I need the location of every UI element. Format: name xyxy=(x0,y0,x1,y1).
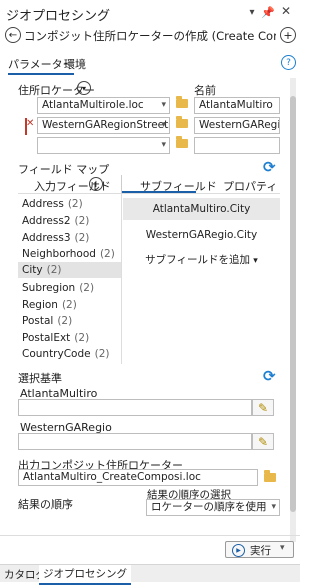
chevron-down-icon: ▾ xyxy=(161,140,166,150)
order-label: 結果の順序 xyxy=(18,498,73,511)
field-count: (2) xyxy=(79,282,95,294)
tool-title: コンポジット住所ロケーターの作成 (Create Compo... xyxy=(24,29,276,43)
locator-value-2: WesternGARegionStreets.lc xyxy=(42,119,169,131)
sql-wand-icon[interactable]: ✎ xyxy=(252,399,274,416)
name-field-1[interactable]: AtlantaMultiro xyxy=(194,97,280,114)
field-item-address2[interactable]: Address2 (2) xyxy=(18,213,121,229)
name-field-2[interactable]: WesternGARegio xyxy=(194,117,280,134)
field-count: (2) xyxy=(74,215,90,227)
field-name: Subregion xyxy=(22,282,76,294)
folder-icon[interactable] xyxy=(176,96,188,108)
expand-icon[interactable]: ▾ xyxy=(77,81,91,95)
field-count: (2) xyxy=(61,299,77,311)
field-name: City xyxy=(22,264,43,276)
pane-titlebar: ジオプロセシング ▾ 📌 ✕ xyxy=(0,0,300,24)
refresh-icon[interactable]: ⟳ xyxy=(263,367,276,385)
field-name: Postal xyxy=(22,315,54,327)
criteria-input-1[interactable] xyxy=(18,399,252,416)
pane-title: ジオプロセシング xyxy=(6,9,111,24)
folder-icon[interactable] xyxy=(264,470,276,482)
field-item-countrycode[interactable]: CountryCode (2) xyxy=(18,346,121,362)
output-field[interactable]: AtlantaMultiro_CreateComposi.loc xyxy=(18,469,258,486)
field-item-neighborhood[interactable]: Neighborhood (2) xyxy=(18,246,121,262)
folder-icon[interactable] xyxy=(176,136,188,148)
locator-value-1: AtlantaMultirole.loc xyxy=(42,99,144,111)
field-count: (2) xyxy=(99,248,115,260)
chevron-down-icon: ▾ xyxy=(271,502,276,512)
field-item-address3[interactable]: Address3 (2) xyxy=(18,230,121,246)
bottom-tabs: カタログ ジオプロセシング xyxy=(0,564,300,585)
name-header: 名前 xyxy=(194,84,216,97)
locator-select-3[interactable]: ▾ xyxy=(37,137,170,154)
run-label: 実行 xyxy=(250,545,271,557)
field-item-postal[interactable]: Postal (2) xyxy=(18,313,121,329)
tabs: パラメーター 環境 ? xyxy=(0,52,300,75)
add-icon[interactable]: + xyxy=(280,27,296,43)
chevron-down-icon[interactable]: ▾ xyxy=(280,543,285,553)
scrollbar-thumb[interactable] xyxy=(290,96,296,512)
folder-icon[interactable] xyxy=(176,116,188,128)
field-name: CountryCode xyxy=(22,348,91,360)
field-name: Region xyxy=(22,299,58,311)
tab-geoprocessing[interactable]: ジオプロセシング xyxy=(39,565,131,585)
add-subfield-link[interactable]: サブフィールドを追加 ▾ xyxy=(123,252,280,268)
run-button[interactable]: ▶ 実行 ▾ xyxy=(225,541,294,558)
field-item-postalext[interactable]: PostalExt (2) xyxy=(18,330,121,346)
help-icon[interactable]: ? xyxy=(281,55,296,70)
field-name: Neighborhood xyxy=(22,248,96,260)
selection-label: 選択基準 xyxy=(18,372,62,385)
field-item-address[interactable]: Address (2) xyxy=(18,196,121,212)
field-count: (2) xyxy=(46,264,62,276)
subfield-tab-underline xyxy=(122,175,196,193)
footer-divider xyxy=(0,535,300,536)
field-count: (2) xyxy=(74,332,90,344)
chevron-down-icon: ▾ xyxy=(253,256,258,266)
tool-header: ← コンポジット住所ロケーターの作成 (Create Compo... + xyxy=(0,24,300,46)
scrollbar[interactable] xyxy=(290,78,296,542)
chevron-down-icon: ▾ xyxy=(161,120,166,130)
field-item-subregion[interactable]: Subregion (2) xyxy=(18,280,121,296)
play-icon: ▶ xyxy=(232,544,245,557)
field-count: (2) xyxy=(57,315,73,327)
tab-environments[interactable]: 環境 xyxy=(64,56,86,72)
add-subfield-label: サブフィールドを追加 xyxy=(145,254,250,266)
refresh-icon[interactable]: ⟳ xyxy=(263,158,276,176)
close-icon[interactable]: ✕ xyxy=(280,4,292,18)
order-select[interactable]: ロケーターの順序を使用 ▾ xyxy=(146,499,280,516)
locator-select-2[interactable]: WesternGARegionStreets.lc▾ xyxy=(37,117,170,134)
field-name: Address3 xyxy=(22,232,71,244)
menu-icon[interactable]: ▾ xyxy=(246,5,258,19)
subfield-item-1[interactable]: AtlantaMultiro.City xyxy=(123,198,280,220)
subfield-item-2[interactable]: WesternGARegio.City xyxy=(123,227,280,243)
field-count: (2) xyxy=(74,232,90,244)
field-name: Address xyxy=(22,198,64,210)
field-count: (2) xyxy=(94,348,110,360)
add-field-icon[interactable]: + xyxy=(89,177,103,191)
field-item-city[interactable]: City (2) xyxy=(18,262,121,278)
pin-icon[interactable]: 📌 xyxy=(261,5,275,19)
sql-wand-icon[interactable]: ✎ xyxy=(252,433,274,450)
list-divider xyxy=(121,194,122,364)
field-name: Address2 xyxy=(22,215,71,227)
name-field-3[interactable] xyxy=(194,137,280,154)
properties-header[interactable]: プロパティ xyxy=(223,178,277,194)
chevron-down-icon: ▾ xyxy=(161,100,166,110)
locator-select-1[interactable]: AtlantaMultirole.loc ▾ xyxy=(37,97,170,114)
field-name: PostalExt xyxy=(22,332,71,344)
criteria-input-2[interactable] xyxy=(18,433,252,450)
order-value: ロケーターの順序を使用 xyxy=(151,501,267,513)
remove-icon[interactable]: ✕ xyxy=(26,118,34,129)
field-count: (2) xyxy=(67,198,83,210)
back-icon[interactable]: ← xyxy=(5,27,21,43)
field-item-region[interactable]: Region (2) xyxy=(18,297,121,313)
